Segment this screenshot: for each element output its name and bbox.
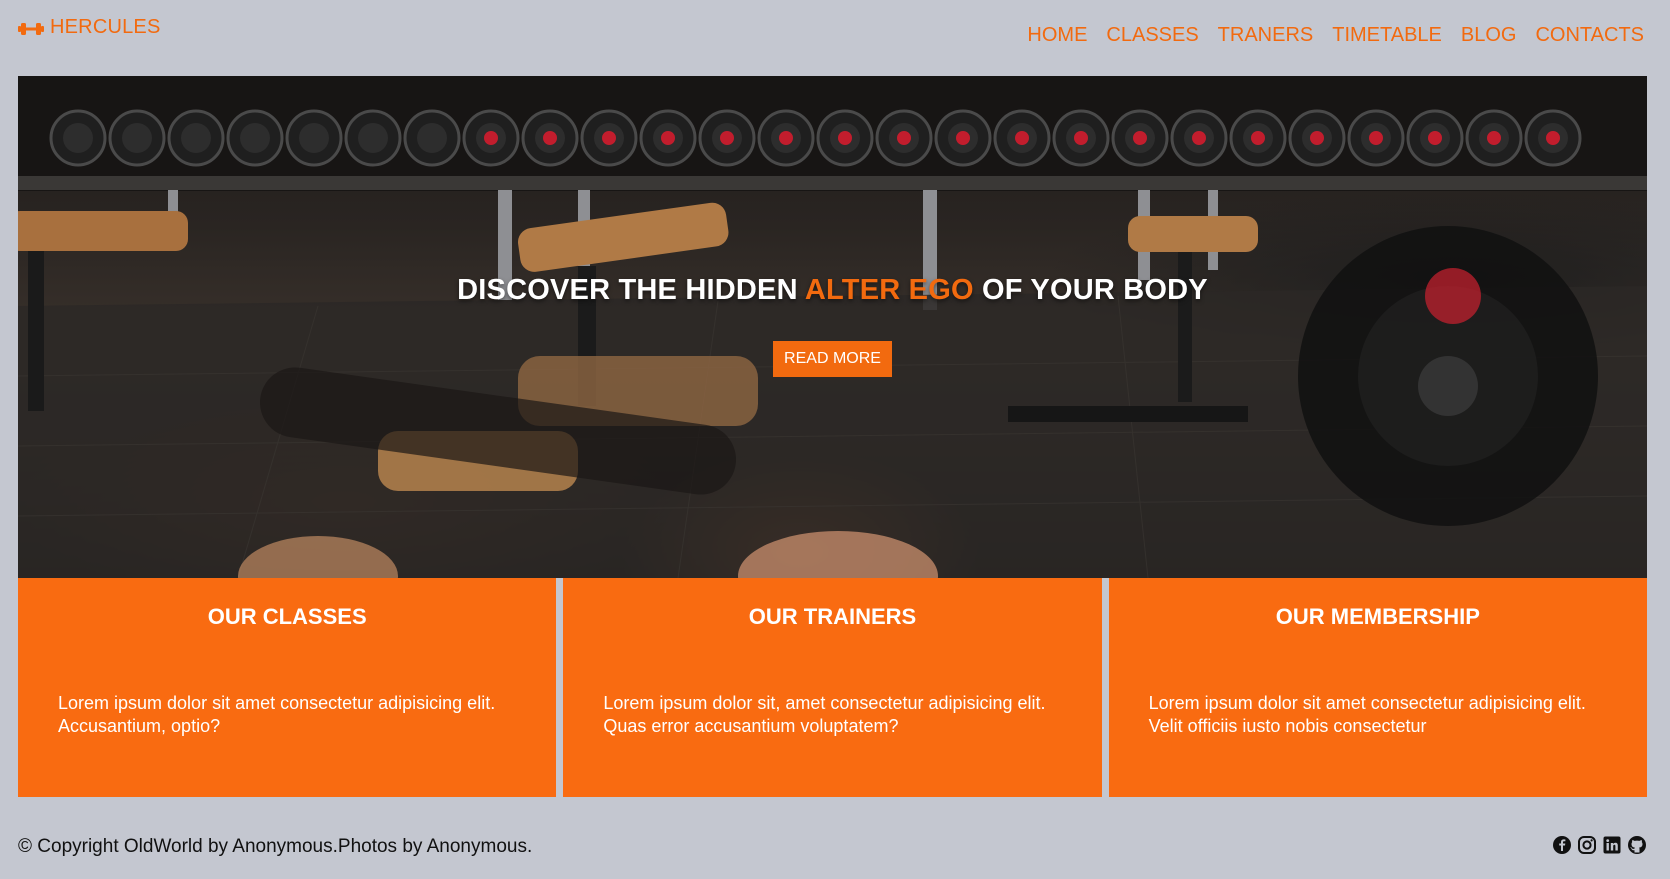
social-links — [1552, 835, 1647, 855]
card-classes[interactable]: OUR CLASSES Lorem ipsum dolor sit amet c… — [18, 578, 557, 797]
card-text: Lorem ipsum dolor sit amet consectetur a… — [1148, 693, 1586, 736]
footer-copyright: © Copyright OldWorld by Anonymous.Photos… — [18, 836, 533, 857]
hero-banner: DISCOVER THE HIDDEN ALTER EGO OF YOUR BO… — [18, 76, 1647, 578]
nav-blog[interactable]: BLOG — [1461, 24, 1517, 47]
hero-title-part1: DISCOVER THE HIDDEN — [457, 274, 805, 306]
facebook-icon[interactable] — [1552, 835, 1572, 855]
card-text: Lorem ipsum dolor sit amet consectetur a… — [58, 693, 496, 736]
linkedin-icon[interactable] — [1602, 835, 1622, 855]
card-title: OUR CLASSES — [207, 604, 367, 629]
nav-timetable[interactable]: TIMETABLE — [1332, 24, 1442, 47]
card-membership[interactable]: OUR MEMBERSHIP Lorem ipsum dolor sit ame… — [1108, 578, 1647, 797]
card-title: OUR MEMBERSHIP — [1275, 604, 1480, 629]
brand-name: HERCULES — [50, 16, 161, 38]
card-title: OUR TRAINERS — [748, 604, 917, 629]
nav-classes[interactable]: CLASSES — [1106, 24, 1198, 47]
nav-trainers[interactable]: TRANERS — [1218, 24, 1314, 47]
hero-title-accent: ALTER EGO — [804, 274, 974, 306]
card-text: Lorem ipsum dolor sit, amet consectetur … — [603, 693, 1046, 736]
hero-title-part2: OF YOUR BODY — [973, 274, 1208, 306]
read-more-button[interactable]: READ MORE — [773, 341, 892, 377]
nav-contacts[interactable]: CONTACTS — [1535, 24, 1644, 47]
hero-gym-illustration — [18, 76, 1647, 578]
page: HERCULES HOME CLASSES TRANERS TIMETABLE … — [0, 0, 1670, 879]
card-trainers[interactable]: OUR TRAINERS Lorem ipsum dolor sit, amet… — [563, 578, 1102, 797]
hero-title: DISCOVER THE HIDDEN ALTER EGO OF YOUR BO… — [18, 274, 1647, 307]
nav-home[interactable]: HOME — [1027, 24, 1087, 47]
main-nav: HOME CLASSES TRANERS TIMETABLE BLOG CONT… — [1027, 24, 1644, 47]
instagram-icon[interactable] — [1577, 835, 1597, 855]
dumbbell-icon — [18, 20, 44, 36]
github-icon[interactable] — [1627, 835, 1647, 855]
brand-logo-link[interactable]: HERCULES — [18, 16, 161, 39]
feature-cards: OUR CLASSES Lorem ipsum dolor sit amet c… — [18, 578, 1647, 797]
